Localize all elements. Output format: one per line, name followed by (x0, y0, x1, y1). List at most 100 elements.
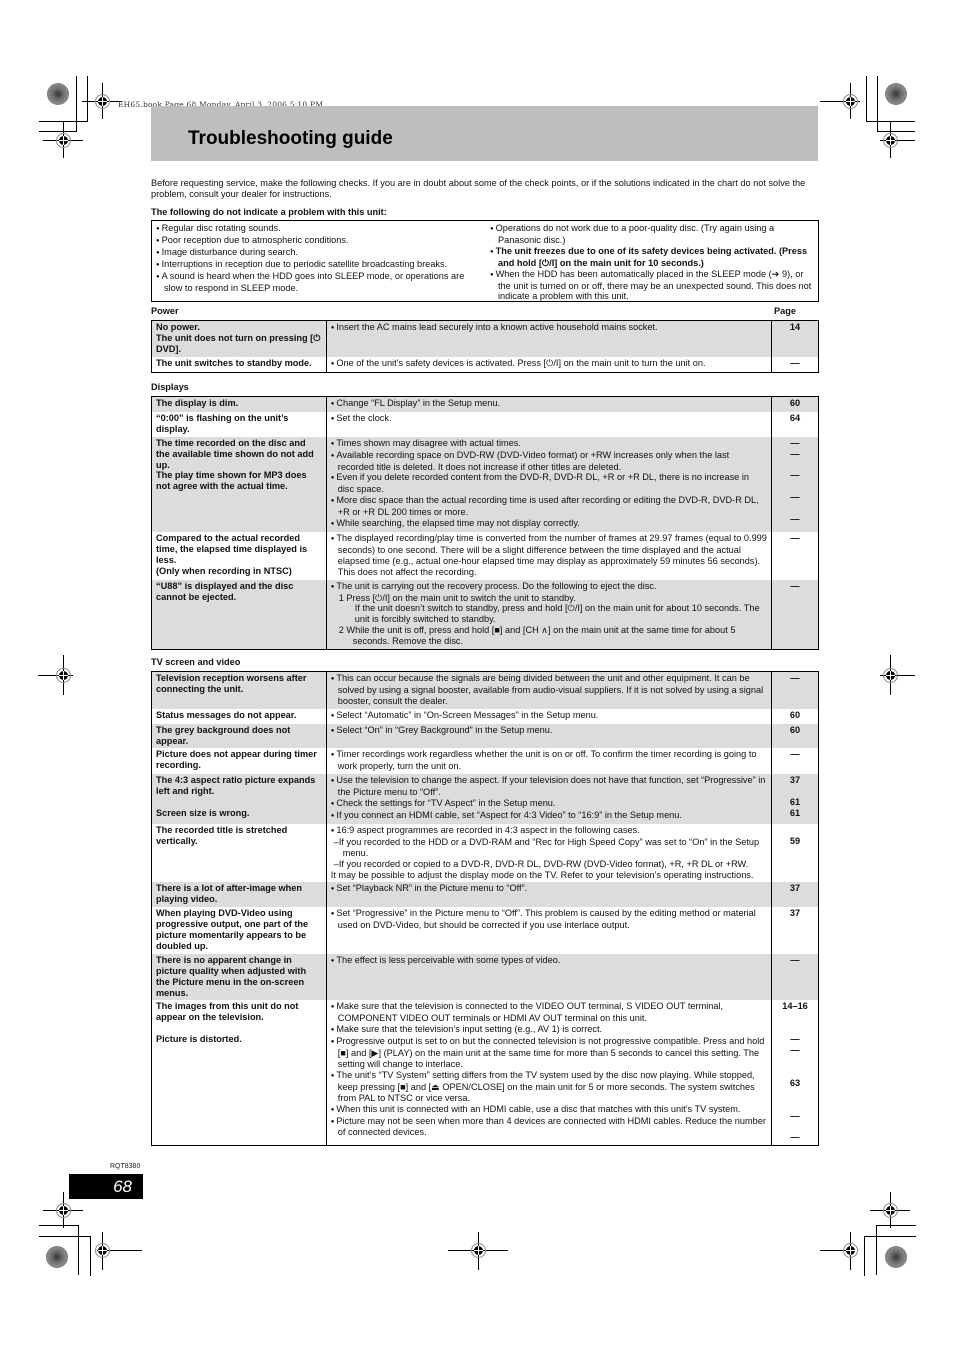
page-ref-cell: — (771, 953, 819, 1001)
table-row: Picture does not appear during timer rec… (151, 748, 819, 775)
page-ref-cell: — (771, 748, 819, 775)
solution-text: 16:9 aspect programmes are recorded in 4… (331, 825, 767, 837)
page-ref: — (790, 1034, 800, 1045)
problem-cell: The unit switches to standby mode. (151, 356, 327, 373)
solution-text: While searching, the elapsed time may no… (331, 518, 767, 530)
no-problem-heading: The following do not indicate a problem … (151, 207, 387, 217)
table-row: When playing DVD-Video using progressive… (151, 907, 819, 954)
crop-mark-line (877, 76, 878, 131)
solution-text: One of the unit’s safety devices is acti… (331, 358, 767, 370)
solution-text: Even if you delete recorded content from… (331, 472, 767, 495)
solution-text: Set the clock. (331, 413, 767, 425)
page-ref: 37 (789, 775, 801, 786)
note-item: Poor reception due to atmospheric condit… (156, 235, 476, 247)
solution-text: –If you recorded to the HDD or a DVD-RAM… (333, 836, 760, 858)
page-ref: 60 (789, 724, 801, 735)
solution-text: Check the settings for “TV Aspect” in th… (331, 798, 767, 810)
table-row: There is no apparent change in picture q… (151, 953, 819, 1001)
page-ref: 14 (789, 322, 801, 332)
tv-screen-table: Television reception worsens after conne… (151, 670, 819, 1147)
solution-cell: 16:9 aspect programmes are recorded in 4… (325, 823, 773, 883)
problem-cell: There is no apparent change in picture q… (151, 953, 327, 1001)
color-registration-disc-icon (47, 83, 69, 105)
problem-text: (Only when recording in NTSC) (156, 565, 292, 576)
color-registration-disc-icon (46, 1246, 68, 1268)
page-title: Troubleshooting guide (188, 128, 393, 149)
page-ref: 14–16 (782, 1001, 808, 1012)
note-item: Interruptions in reception due to period… (156, 259, 476, 271)
solution-text: Use the television to change the aspect.… (331, 775, 767, 798)
page-ref-cell: — (771, 670, 819, 709)
solution-cell: Use the television to change the aspect.… (325, 774, 773, 824)
problem-text: The unit does not turn on pressing [⏻ DV… (156, 332, 321, 354)
page-ref (776, 1121, 814, 1132)
solution-text: Picture may not be seen when more than 4… (331, 1116, 767, 1139)
problem-text: Television reception worsens after conne… (156, 673, 307, 694)
problem-cell: “U88” is displayed and the disc cannot b… (151, 579, 327, 651)
problem-cell: The 4:3 aspect ratio picture expands lef… (151, 774, 327, 824)
table-row: The recorded title is stretched vertical… (151, 823, 819, 883)
solution-text: Progressive output is set to on but the … (331, 1036, 767, 1070)
solution-text: Make sure that the television’s input se… (331, 1024, 767, 1036)
intro-paragraph: Before requesting service, make the foll… (151, 178, 806, 199)
page-ref: 63 (789, 1077, 801, 1088)
page-ref (776, 825, 814, 836)
solution-text: When this unit is connected with an HDMI… (331, 1104, 767, 1116)
table-row: There is a lot of after-image when playi… (151, 882, 819, 908)
page-number: 68 (69, 1174, 143, 1199)
page-ref-cell: 14–16 — — 63 — — (771, 1000, 819, 1147)
no-problem-box: Regular disc rotating sounds.Poor recept… (151, 220, 819, 302)
page-ref-cell: 60 (771, 723, 819, 749)
no-problem-left-column: Regular disc rotating sounds.Poor recept… (156, 223, 476, 293)
solution-cell: The unit is carrying out the recovery pr… (325, 579, 773, 651)
page-ref (776, 481, 814, 492)
solution-text: 1 Press [⏻/I] on the main unit to switch… (338, 592, 576, 603)
problem-text (156, 1023, 322, 1034)
problem-cell: No power. The unit does not turn on press… (151, 319, 327, 357)
problem-text (156, 797, 322, 808)
page-ref (776, 1067, 814, 1078)
solution-text: Select “Automatic” in “On-Screen Message… (331, 710, 767, 722)
solution-text: 2 While the unit is off, press and hold … (338, 625, 736, 647)
page-ref (776, 786, 814, 797)
table-row: Compared to the actual recorded time, th… (151, 531, 819, 580)
problem-text: “0:00” is flashing on the unit’s display… (156, 412, 289, 434)
solution-cell: Make sure that the television is connect… (325, 1000, 773, 1147)
crop-mark-line (876, 1225, 877, 1275)
section-heading-displays: Displays (151, 382, 189, 392)
solution-text: Select “On” in “Grey Background” in the … (331, 725, 767, 737)
solution-cell: Select “Automatic” in “On-Screen Message… (325, 708, 773, 724)
page-ref: — (790, 1132, 800, 1143)
solution-cell: The effect is less perceivable with some… (325, 953, 773, 1001)
page-ref: — (790, 1045, 800, 1056)
solution-text: Change “FL Display” in the Setup menu. (331, 398, 767, 410)
page-ref-cell: 37 (771, 882, 819, 908)
page-ref: — (790, 532, 800, 543)
solution-cell: Insert the AC mains lead securely into a… (325, 319, 773, 357)
problem-cell: When playing DVD-Video using progressive… (151, 907, 327, 954)
section-heading-power: Power (151, 306, 179, 316)
problem-text: Screen size is wrong. (156, 807, 250, 818)
solution-cell: This can occur because the signals are b… (325, 670, 773, 709)
problem-text: There is no apparent change in picture q… (156, 954, 307, 998)
page-ref: 64 (789, 412, 801, 423)
table-row: The grey background does not appear. Sele… (151, 723, 819, 749)
problem-text: The grey background does not appear. (156, 724, 291, 746)
note-item: Operations do not work due to a poor-qua… (490, 223, 815, 246)
solution-cell: Set the clock. (325, 411, 773, 437)
problem-cell: “0:00” is flashing on the unit’s display… (151, 411, 327, 437)
table-row: The display is dim. Change “FL Display” i… (151, 395, 819, 412)
solution-cell: Select “On” in “Grey Background” in the … (325, 723, 773, 749)
problem-cell: Television reception worsens after conne… (151, 670, 327, 709)
problem-cell: Status messages do not appear. (151, 708, 327, 724)
table-row: The unit switches to standby mode. One of… (151, 356, 819, 373)
page-ref: — (790, 673, 800, 683)
table-row: The images from this unit do not appear … (151, 1000, 819, 1147)
problem-cell: The display is dim. (151, 395, 327, 412)
page-ref (776, 1023, 814, 1034)
page-ref-cell: — (771, 579, 819, 651)
section-heading-tv: TV screen and video (151, 657, 241, 667)
note-item: The unit freezes due to one of its safet… (490, 246, 815, 269)
page-ref (776, 1100, 814, 1111)
problem-cell: The grey background does not appear. (151, 723, 327, 749)
